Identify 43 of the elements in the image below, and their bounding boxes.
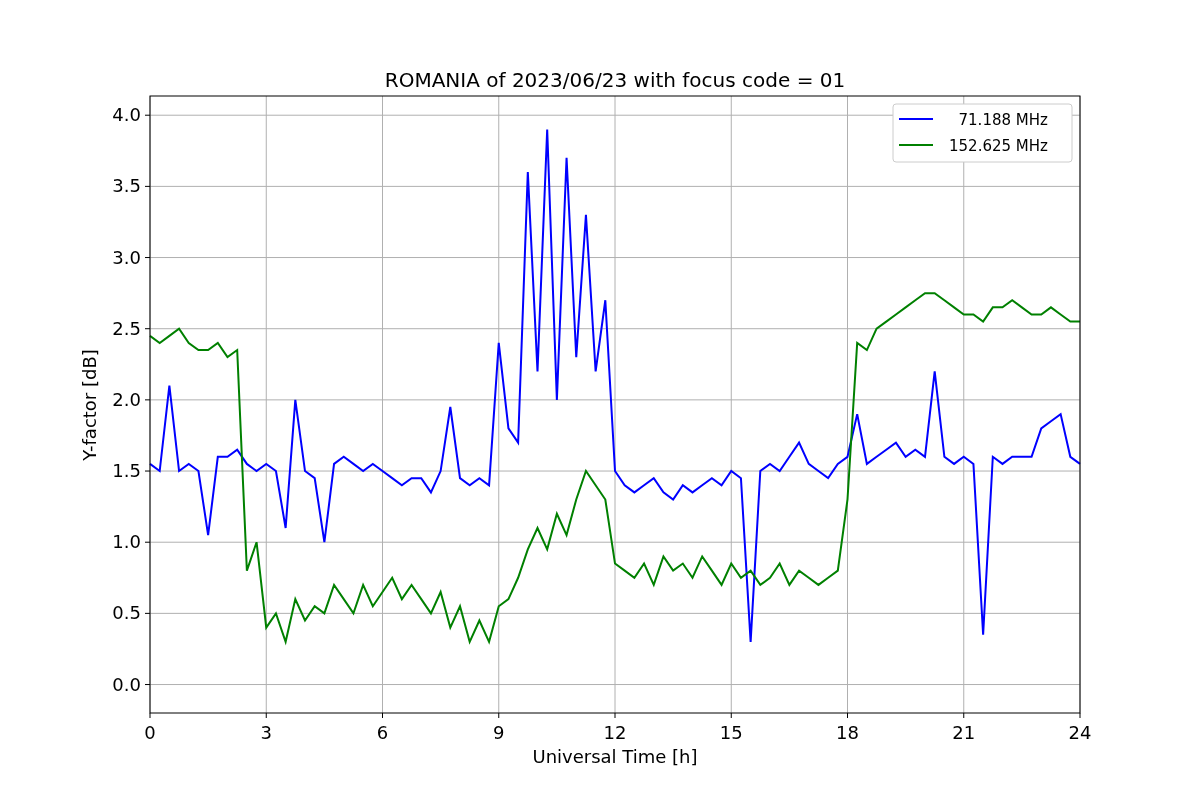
legend-label: 71.188 MHz [958, 111, 1048, 129]
tick-mark [144, 328, 151, 330]
tick-mark [144, 185, 151, 187]
y-axis-label: Y-factor [dB] [79, 349, 100, 461]
y-tick-label: 2.5 [112, 317, 141, 339]
tick-mark [144, 612, 151, 614]
x-tick-label: 15 [719, 722, 743, 743]
x-tick-label: 12 [603, 722, 627, 743]
x-tick-label: 9 [493, 722, 505, 743]
x-tick-label: 3 [260, 722, 272, 743]
tick-mark [144, 257, 151, 259]
tick-mark [149, 712, 151, 719]
x-axis-label: Universal Time [h] [532, 746, 698, 767]
tick-mark [144, 470, 151, 472]
tick-mark [963, 712, 965, 719]
x-tick-label: 18 [836, 722, 859, 743]
y-tick-label: 3.5 [112, 175, 141, 197]
tick-mark [1079, 712, 1081, 719]
y-tick-label: 0.0 [112, 673, 141, 695]
tick-mark [847, 712, 848, 719]
y-tick-label: 3.0 [112, 246, 141, 268]
legend-line [898, 144, 934, 146]
x-tick-label: 0 [144, 722, 156, 743]
y-tick-label: 0.5 [112, 602, 141, 624]
chart-title: ROMANIA of 2023/06/23 with focus code = 01 [384, 68, 846, 92]
tick-mark [382, 712, 383, 719]
x-tick-label: 24 [1068, 722, 1092, 743]
legend-label: 152.625 MHz [949, 137, 1048, 155]
y-tick-label: 1.0 [112, 531, 141, 553]
tick-mark [614, 712, 616, 719]
legend-line [898, 118, 934, 120]
tick-mark [144, 684, 151, 686]
tick-mark [144, 114, 151, 116]
y-tick-label: 4.0 [112, 104, 141, 126]
y-tick-label: 1.5 [112, 460, 141, 482]
tick-mark [498, 712, 500, 719]
tick-mark [730, 712, 732, 719]
tick-mark [144, 399, 151, 401]
x-tick-label: 21 [952, 722, 976, 743]
y-tick-label: 2.0 [112, 388, 141, 410]
x-tick-label: 6 [376, 722, 389, 743]
tick-mark [265, 712, 267, 719]
tick-mark [144, 541, 151, 543]
